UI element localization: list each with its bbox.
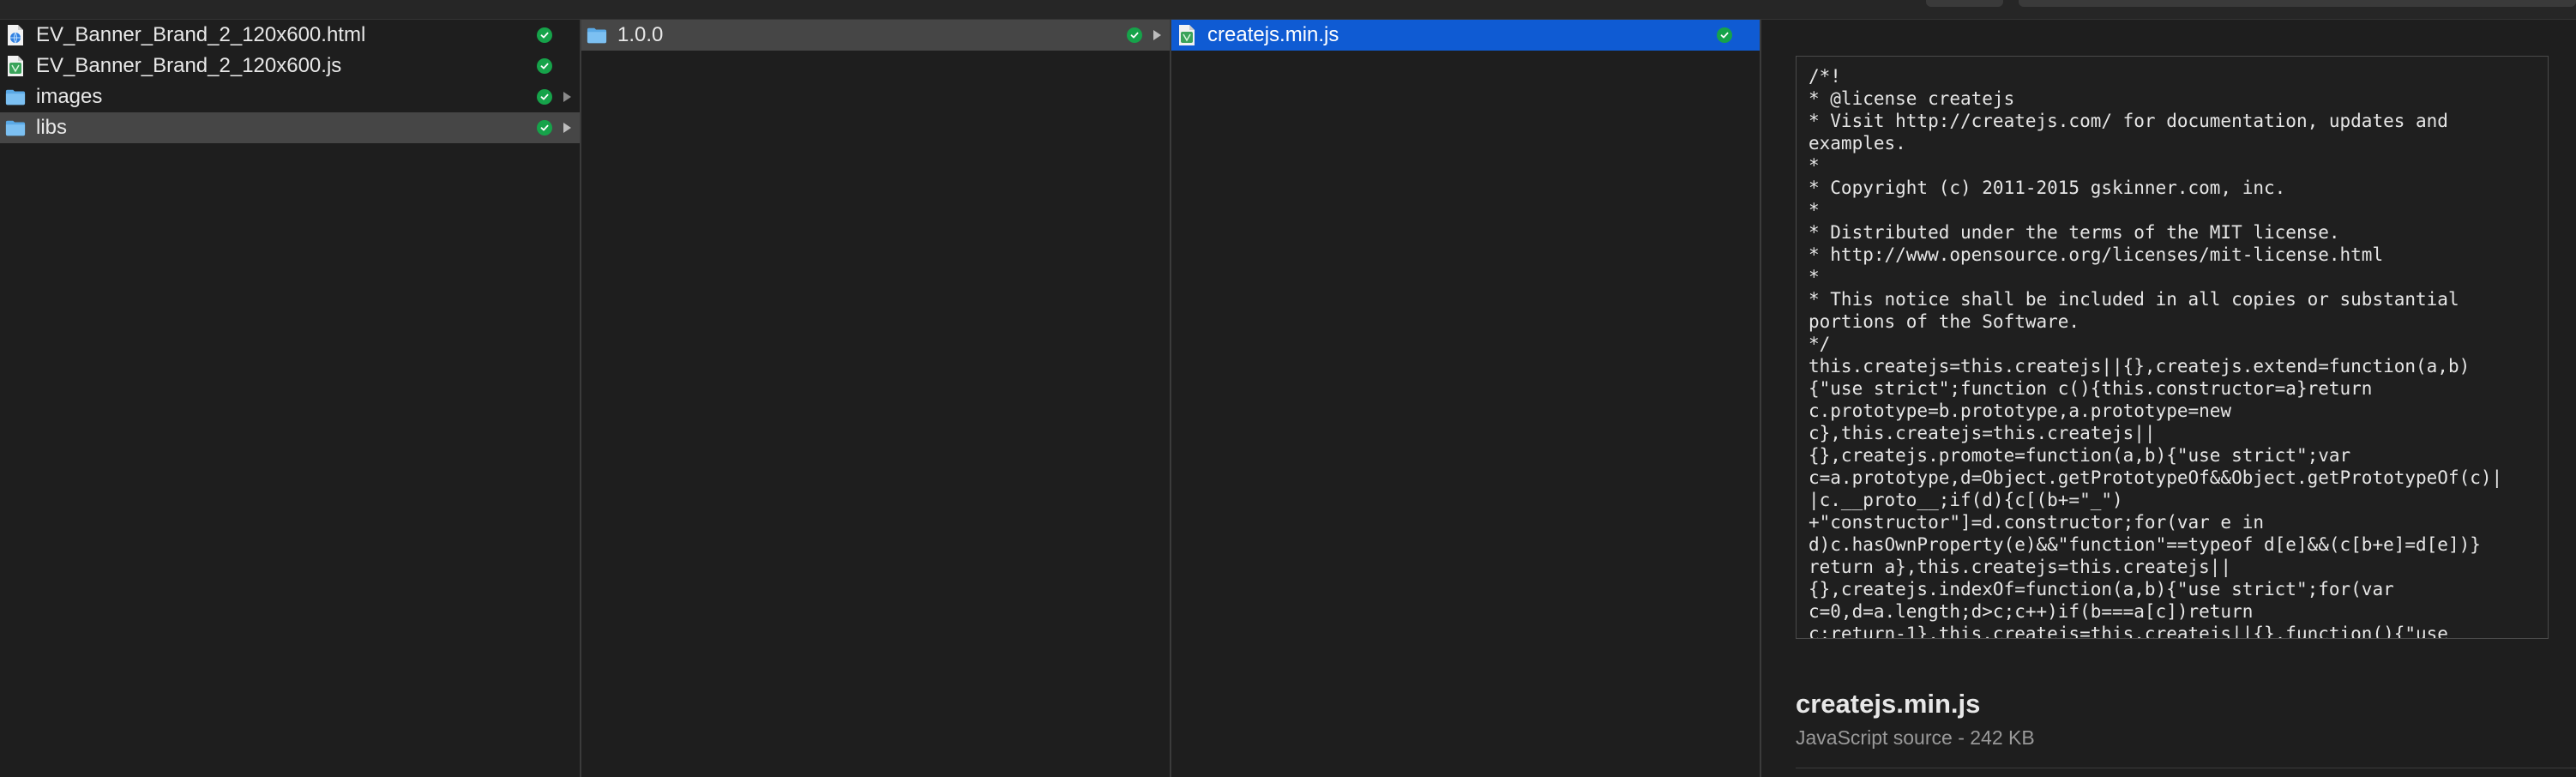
sync-status-icon <box>537 58 552 74</box>
folder-icon <box>5 117 26 139</box>
item-name: EV_Banner_Brand_2_120x600.html <box>36 23 366 46</box>
folder-row[interactable]: images <box>0 81 580 112</box>
file-row[interactable]: createjs.min.js <box>1171 20 1760 51</box>
sync-status-icon <box>1127 27 1142 43</box>
disclosure-arrow-icon[interactable] <box>1147 29 1166 41</box>
js-file-icon <box>5 55 26 77</box>
sync-status-icon <box>537 89 552 105</box>
file-row[interactable]: EV_Banner_Brand_2_120x600.html <box>0 20 580 51</box>
preview-pane: /*! * @license createjs * Visit http://c… <box>1761 20 2576 777</box>
file-row[interactable]: EV_Banner_Brand_2_120x600.js <box>0 51 580 81</box>
item-name: 1.0.0 <box>617 23 664 46</box>
column-parent[interactable]: EV_Banner_Brand_2_120x600.html EV_Banner_… <box>0 20 581 777</box>
folder-icon <box>587 24 607 46</box>
finder-window: EV_Banner_Brand_2_120x600.html EV_Banner_… <box>0 0 2576 777</box>
folder-row[interactable]: libs <box>0 112 580 143</box>
disclosure-arrow-icon[interactable] <box>557 122 576 134</box>
folder-row[interactable]: 1.0.0 <box>581 20 1170 51</box>
item-name: libs <box>36 116 68 139</box>
item-name: images <box>36 85 103 108</box>
column-libs[interactable]: 1.0.0 <box>581 20 1171 777</box>
column-version[interactable]: createjs.min.js <box>1171 20 1761 777</box>
search-field[interactable] <box>2019 0 2576 7</box>
preview-file-meta: JavaScript source - 242 KB <box>1796 726 2035 749</box>
js-file-icon <box>1177 24 1197 46</box>
sync-status-icon <box>537 120 552 136</box>
item-name: createjs.min.js <box>1207 23 1339 46</box>
html-file-icon <box>5 24 26 46</box>
disclosure-arrow-icon[interactable] <box>557 91 576 103</box>
sync-status-icon <box>537 27 552 43</box>
code-preview[interactable]: /*! * @license createjs * Visit http://c… <box>1796 56 2549 639</box>
item-name: EV_Banner_Brand_2_120x600.js <box>36 54 342 77</box>
preview-file-name: createjs.min.js <box>1796 689 1981 719</box>
folder-icon <box>5 86 26 108</box>
toolbar-button[interactable] <box>1926 0 2003 7</box>
code-text: /*! * @license createjs * Visit http://c… <box>1809 66 2503 639</box>
toolbar-strip <box>0 0 2576 20</box>
sync-status-icon <box>1717 27 1732 43</box>
